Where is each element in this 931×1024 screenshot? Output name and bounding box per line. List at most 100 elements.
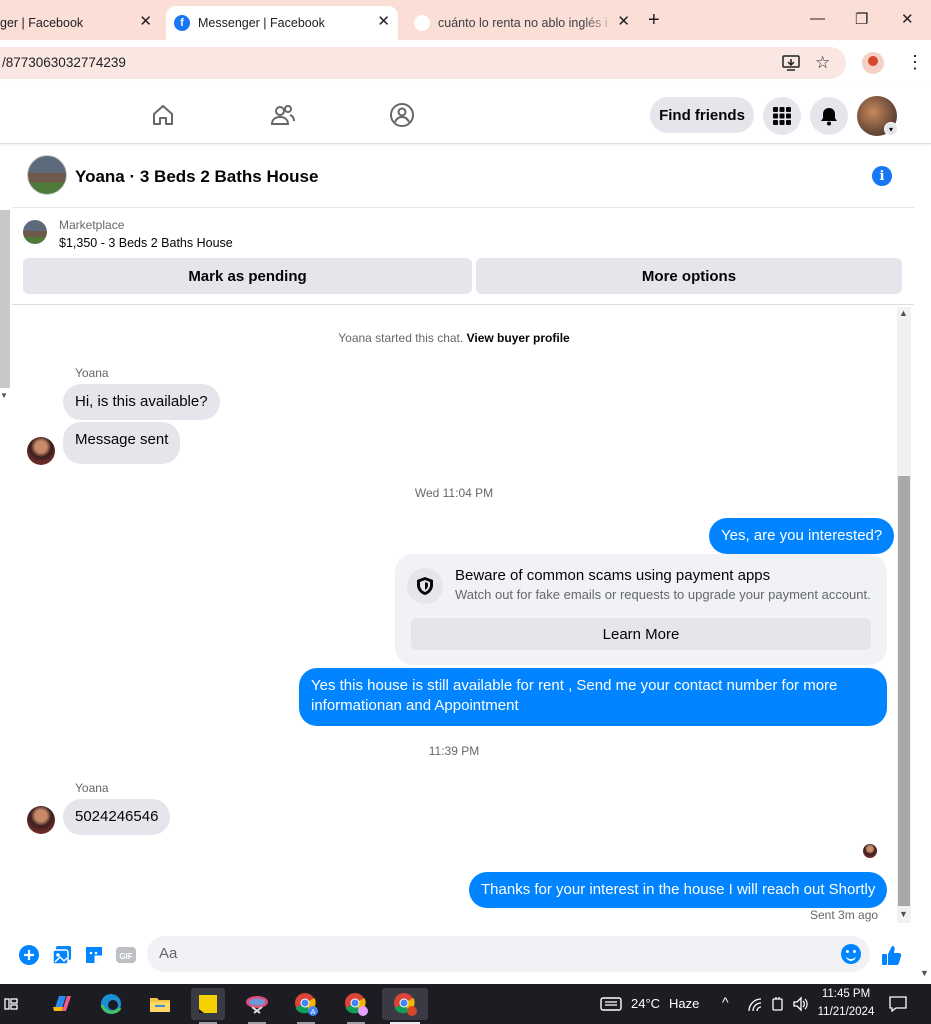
sticker-icon[interactable] <box>83 944 105 966</box>
incoming-message[interactable]: 5024246546 <box>63 799 171 835</box>
chat-scrollbar-thumb[interactable] <box>898 476 910 906</box>
warning-title: Beware of common scams using payment app… <box>455 567 771 584</box>
scroll-down-arrow-icon[interactable]: ▼ <box>899 909 908 919</box>
browser-tab-facebook[interactable]: ger | Facebook ✕ <box>0 6 160 40</box>
clock-time[interactable]: 11:45 PM <box>815 988 877 1000</box>
browser-tab-google-search[interactable]: G cuánto lo renta no ablo inglés i ✕ <box>404 6 638 40</box>
more-options-button[interactable]: More options <box>476 258 902 294</box>
groups-icon[interactable] <box>389 102 415 128</box>
svg-text:GIF: GIF <box>119 952 132 961</box>
sender-avatar[interactable] <box>27 806 55 834</box>
weather-icon[interactable] <box>600 996 622 1012</box>
windows-taskbar: A 24°C Haze ^ 11:45 PM 11/21/2024 <box>0 984 931 1024</box>
browser-menu-icon[interactable]: ⋮ <box>906 52 924 73</box>
seen-receipt-avatar <box>863 844 877 858</box>
close-tab-icon[interactable]: ✕ <box>617 14 630 30</box>
find-friends-button[interactable]: Find friends <box>650 97 754 133</box>
browser-tab-strip: ger | Facebook ✕ f Messenger | Facebook … <box>0 0 931 40</box>
facebook-top-nav: Find friends ▾ <box>0 86 931 144</box>
copilot-icon[interactable] <box>45 988 79 1020</box>
close-window-button[interactable]: ✕ <box>901 10 914 28</box>
shield-icon <box>417 577 433 595</box>
chat-header: Yoana · 3 Beds 2 Baths House i <box>12 146 914 208</box>
browser-tab-messenger[interactable]: f Messenger | Facebook ✕ <box>166 6 398 40</box>
chat-started-notice: Yoana started this chat. View buyer prof… <box>0 331 908 345</box>
sticky-notes-icon[interactable] <box>191 988 225 1020</box>
notification-center-icon[interactable] <box>889 996 907 1012</box>
install-app-icon[interactable] <box>782 55 800 71</box>
learn-more-button[interactable]: Learn More <box>411 618 871 650</box>
listing-thumbnail[interactable] <box>23 220 47 244</box>
info-icon[interactable]: i <box>872 166 892 186</box>
page-scroll-down-arrow-icon[interactable]: ▼ <box>920 968 929 978</box>
volume-icon[interactable] <box>793 996 809 1012</box>
shield-icon-container <box>407 568 443 604</box>
close-tab-icon[interactable]: ✕ <box>377 14 390 30</box>
friends-icon[interactable] <box>270 102 296 128</box>
chrome-profile-b-icon[interactable] <box>339 988 373 1020</box>
outgoing-message[interactable]: Thanks for your interest in the house I … <box>469 872 888 908</box>
file-explorer-icon[interactable] <box>143 988 177 1020</box>
message-sent-status: Sent 3m ago <box>810 908 879 922</box>
thumbs-up-icon[interactable] <box>880 944 902 966</box>
listing-title[interactable]: $1,350 - 3 Beds 2 Baths House <box>59 236 233 250</box>
scroll-down-arrow-icon[interactable]: ▼ <box>0 391 8 400</box>
scroll-up-arrow-icon[interactable]: ▲ <box>899 308 908 318</box>
outgoing-message[interactable]: Yes, are you interested? <box>709 518 895 554</box>
minimize-button[interactable]: — <box>810 10 825 27</box>
chevron-down-icon[interactable]: ▾ <box>884 122 898 136</box>
emoji-icon[interactable] <box>841 944 861 964</box>
message-composer: GIF Aa <box>0 928 914 982</box>
listing-avatar[interactable] <box>27 155 67 195</box>
chevron-up-icon[interactable]: ^ <box>722 994 729 1010</box>
task-view-icon[interactable] <box>0 988 22 1020</box>
network-icon[interactable] <box>748 996 762 1012</box>
bookmark-star-icon[interactable]: ☆ <box>815 53 830 73</box>
message-input[interactable]: Aa <box>147 936 870 972</box>
url-omnibox[interactable]: /8773063032774239 ☆ <box>0 47 846 79</box>
restore-button[interactable]: ❐ <box>855 10 868 28</box>
menu-grid-icon <box>773 107 791 125</box>
edge-browser-icon[interactable] <box>94 988 128 1020</box>
chrome-profile-a-icon[interactable]: A <box>289 988 323 1020</box>
tab-title: cuánto lo renta no ablo inglés i <box>438 16 608 30</box>
photo-gallery-icon[interactable] <box>51 944 73 966</box>
home-icon[interactable] <box>150 102 176 128</box>
browser-profile-icon[interactable] <box>862 52 884 74</box>
notifications-button[interactable] <box>810 97 848 135</box>
view-buyer-profile-link[interactable]: View buyer profile <box>467 331 570 345</box>
incoming-message[interactable]: Hi, is this available? <box>63 384 220 420</box>
tab-title: ger | Facebook <box>0 16 84 30</box>
mark-as-pending-button[interactable]: Mark as pending <box>23 258 472 294</box>
sender-name: Yoana <box>75 366 109 380</box>
weather-description[interactable]: Haze <box>669 996 699 1011</box>
snipping-tool-icon[interactable] <box>240 988 274 1020</box>
scam-warning-card: Beware of common scams using payment app… <box>395 554 887 665</box>
chrome-profile-c-icon[interactable] <box>382 988 428 1020</box>
new-tab-button[interactable]: + <box>648 9 660 32</box>
battery-plug-icon[interactable] <box>771 996 785 1012</box>
incoming-message[interactable]: Message sent <box>63 422 181 464</box>
weather-temperature[interactable]: 24°C <box>631 996 660 1011</box>
marketplace-label: Marketplace <box>59 218 125 232</box>
chat-started-text: Yoana started this chat. <box>338 331 464 345</box>
clock-date[interactable]: 11/21/2024 <box>815 1006 877 1018</box>
outgoing-message[interactable]: Yes this house is still available for re… <box>299 668 887 726</box>
facebook-favicon-icon: f <box>174 15 190 31</box>
address-bar-row: /8773063032774239 ☆ <box>0 40 931 86</box>
notifications-bell-icon <box>821 108 837 126</box>
sender-name: Yoana <box>75 781 109 795</box>
menu-grid-button[interactable] <box>763 97 801 135</box>
chat-title[interactable]: Yoana · 3 Beds 2 Baths House <box>75 167 318 187</box>
sender-avatar[interactable] <box>27 437 55 465</box>
url-text: /8773063032774239 <box>2 55 126 70</box>
close-tab-icon[interactable]: ✕ <box>139 14 152 30</box>
tab-title: Messenger | Facebook <box>198 16 325 30</box>
marketplace-listing-bar: Marketplace $1,350 - 3 Beds 2 Baths Hous… <box>12 209 914 305</box>
timestamp: Wed 11:04 PM <box>414 486 494 500</box>
google-favicon-icon: G <box>414 15 430 31</box>
left-panel-scrollbar[interactable] <box>0 210 10 388</box>
gif-icon[interactable]: GIF <box>115 944 137 966</box>
add-plus-icon[interactable] <box>18 944 40 966</box>
svg-text:A: A <box>311 1009 316 1016</box>
